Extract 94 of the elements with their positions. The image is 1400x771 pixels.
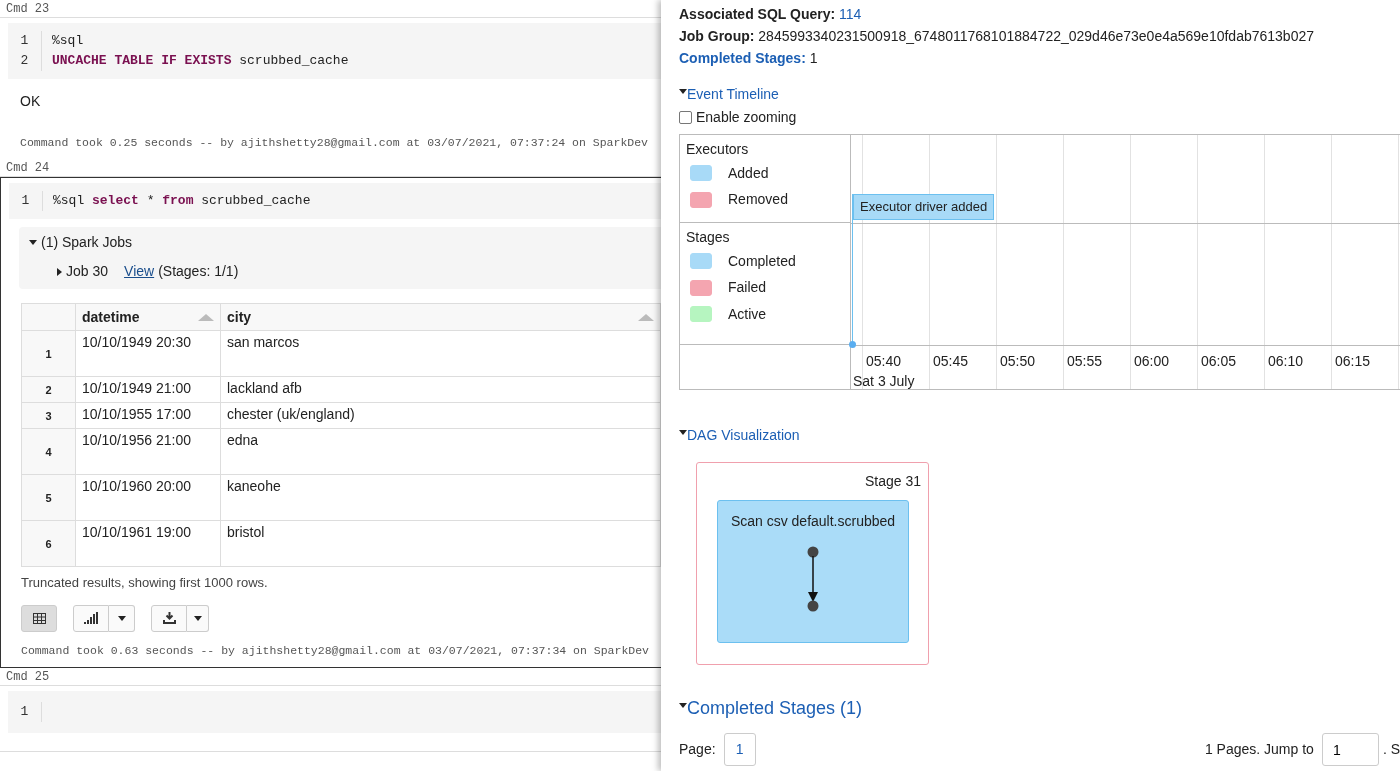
table-cell: 10/10/1949 21:00 — [82, 380, 191, 397]
row-index: 5 — [21, 474, 76, 521]
table-cell: edna — [227, 432, 259, 449]
row-index: 3 — [21, 402, 76, 429]
legend-label: Added — [728, 163, 769, 183]
dropdown-button[interactable] — [109, 604, 135, 632]
summary-value: 2845993340231500918_6748011768101884722_029d46e73e0e4a569e10fdab7613b027 — [758, 28, 1314, 44]
disclosure-triangle-icon[interactable] — [57, 267, 62, 276]
trailing-text: . S — [1382, 740, 1400, 759]
output-text: OK — [19, 92, 42, 111]
spark-jobs-toggle[interactable]: (1) Spark Jobs — [41, 232, 133, 254]
axis-tick-label: 06:00 — [1134, 352, 1170, 371]
code-editor[interactable]: 1 %sql select * from scrubbed_cache — [9, 183, 661, 220]
row-index: 6 — [21, 520, 76, 567]
stage-box[interactable]: Stage 31 Scan csv default.scrubbed — [696, 462, 929, 665]
line-number: 1 — [19, 703, 30, 721]
summary-label: Associated SQL Query: — [679, 6, 836, 22]
zoom-label: Enable zooming — [696, 108, 797, 127]
job-name: Job 30 — [66, 262, 109, 282]
dag-node[interactable]: Scan csv default.scrubbed — [717, 500, 909, 643]
section-title-link[interactable]: Completed Stages (1) — [687, 695, 863, 722]
row-index: 2 — [21, 376, 76, 403]
download-button[interactable] — [151, 604, 187, 632]
page-label: Page: — [679, 740, 716, 759]
disclosure-triangle-icon[interactable] — [679, 430, 687, 435]
row-index: 4 — [21, 428, 76, 475]
table-grid-icon — [32, 612, 46, 624]
chart-view-button[interactable] — [73, 604, 109, 632]
table-cell: 10/10/1956 21:00 — [82, 432, 191, 449]
row-index: 1 — [21, 330, 76, 377]
node-label: Scan csv default.scrubbed — [729, 512, 897, 531]
table-cell: bristol — [227, 524, 265, 541]
dropdown-button[interactable] — [187, 604, 209, 632]
legend-label: Active — [728, 304, 767, 324]
axis-tick-label: 06:15 — [1335, 352, 1371, 371]
line-number: 1 — [20, 192, 31, 211]
summary-label: Job Group: — [679, 28, 755, 44]
table-cell: 10/10/1960 20:00 — [82, 478, 191, 495]
truncation-note: Truncated results, showing first 1000 rows. — [21, 575, 268, 591]
disclosure-triangle-icon[interactable] — [679, 89, 687, 94]
job-stages: (Stages: 1/1) — [158, 262, 239, 282]
dag-edge-drawing — [806, 546, 820, 612]
line-number: 2 — [19, 52, 30, 70]
legend-group-title: Executors — [686, 140, 750, 159]
legend-label: Removed — [728, 190, 788, 210]
cell-label: Cmd 25 — [6, 670, 50, 684]
disclosure-triangle-icon[interactable] — [29, 240, 37, 246]
completed-stages-link[interactable]: Completed Stages: — [679, 50, 806, 66]
table-view-button[interactable] — [21, 604, 57, 632]
command-footer: Command took 0.25 seconds -- by ajithshetty28@gmail.com at 03/07/2021, 07:37:24 on SparkDev — [20, 136, 648, 149]
table-cell: lackland afb — [227, 380, 302, 397]
table-cell: kaneohe — [227, 478, 281, 495]
code-line: UNCACHE TABLE IF EXISTS scrubbed_cache — [52, 53, 349, 68]
pages-text: 1 Pages. Jump to — [1204, 740, 1314, 759]
code-editor[interactable]: 1 2 %sql UNCACHE TABLE IF EXISTS scrubbed_cache — [8, 23, 661, 79]
table-cell: 10/10/1955 17:00 — [82, 406, 191, 423]
table-cell: chester (uk/england) — [227, 406, 355, 423]
timeline-event[interactable]: Executor driver added — [853, 194, 995, 220]
axis-tick-label: 05:40 — [866, 352, 902, 371]
download-icon — [162, 612, 176, 625]
code-line: %sql — [52, 33, 84, 48]
code-editor[interactable]: 1 — [8, 691, 661, 733]
table-cell: san marcos — [227, 334, 300, 351]
legend-label: Completed — [728, 251, 796, 271]
legend-label: Failed — [728, 278, 767, 298]
cell-label: Cmd 23 — [6, 2, 50, 16]
page-link[interactable]: 1 — [723, 733, 756, 766]
bar-chart-icon — [84, 612, 98, 625]
code-line: %sql select * from scrubbed_cache — [53, 193, 311, 209]
disclosure-triangle-icon[interactable] — [679, 703, 687, 708]
view-link[interactable]: View — [124, 261, 155, 283]
axis-tick-label: 06:05 — [1201, 352, 1237, 371]
stage-label: Stage 31 — [864, 473, 921, 489]
caret-icon — [117, 615, 126, 621]
jump-to-field[interactable]: 1 — [1321, 733, 1379, 766]
line-number: 1 — [19, 32, 30, 50]
legend-group-title: Stages — [686, 228, 731, 247]
section-title-link[interactable]: Event Timeline — [687, 84, 779, 105]
caret-icon — [193, 615, 202, 621]
axis-date-label: Sat 3 July — [853, 372, 915, 391]
event-point — [849, 341, 856, 348]
column-header[interactable]: city — [227, 308, 252, 327]
command-footer: Command took 0.63 seconds -- by ajithshetty28@gmail.com at 03/07/2021, 07:37:34 on SparkDev — [21, 643, 649, 657]
section-title-link[interactable]: DAG Visualization — [687, 425, 800, 446]
cell-label: Cmd 24 — [6, 161, 50, 176]
summary-value: 1 — [809, 50, 818, 66]
sql-query-link[interactable]: 114 — [839, 6, 862, 22]
table-cell: 10/10/1949 20:30 — [82, 334, 191, 351]
table-cell: 10/10/1961 19:00 — [82, 524, 191, 541]
axis-tick-label: 05:50 — [1000, 352, 1036, 371]
axis-tick-label: 06:10 — [1268, 352, 1304, 371]
axis-tick-label: 05:45 — [933, 352, 969, 371]
zoom-checkbox[interactable] — [679, 111, 692, 124]
axis-tick-label: 05:55 — [1067, 352, 1103, 371]
